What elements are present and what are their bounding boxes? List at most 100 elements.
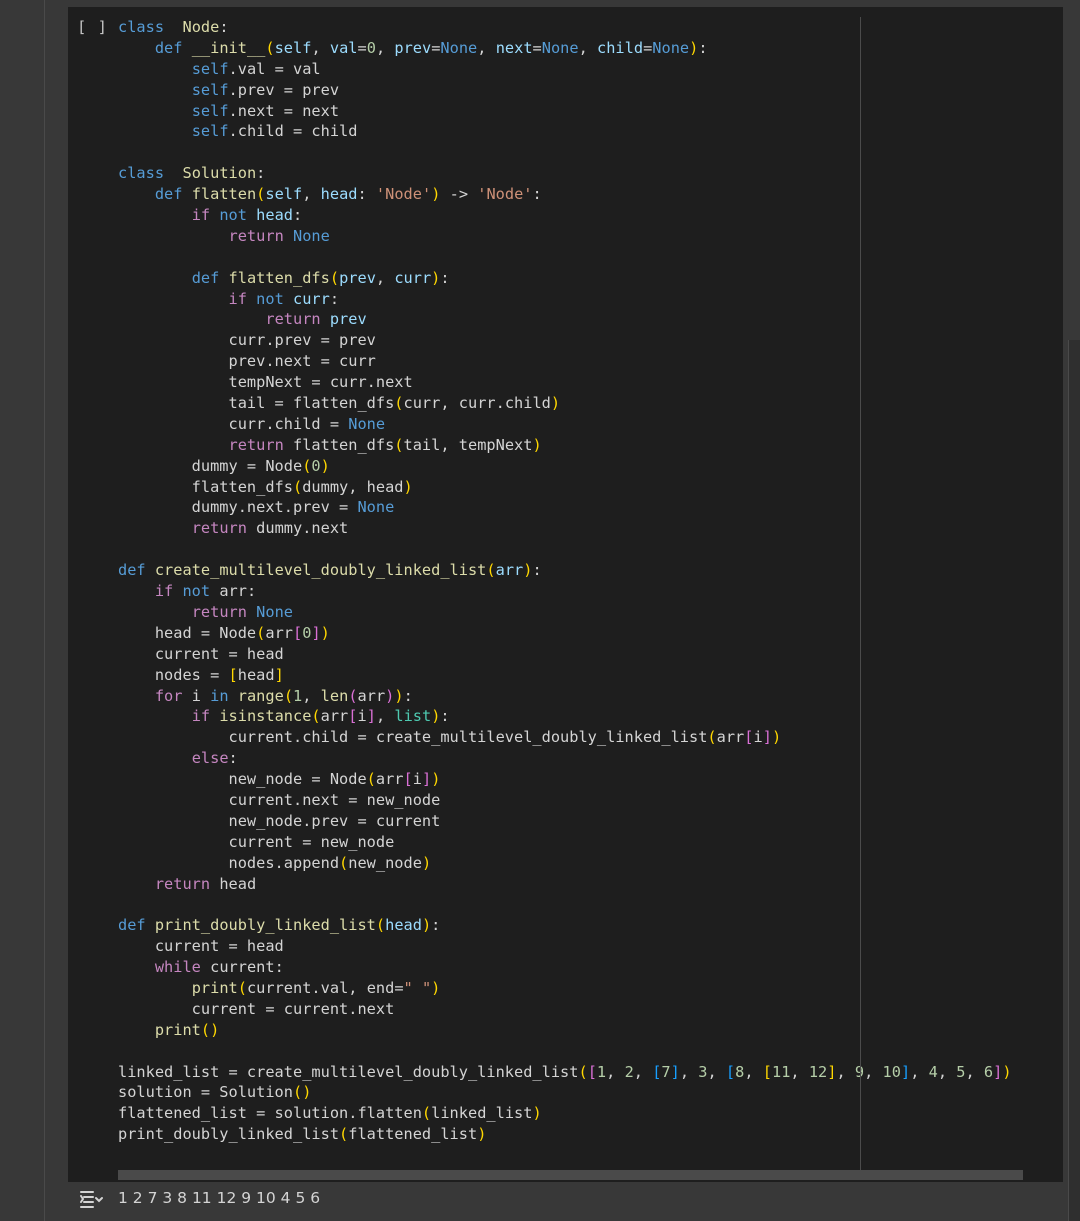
- code-line[interactable]: while current:: [118, 957, 1012, 978]
- code-token: ,: [375, 38, 395, 57]
- code-line[interactable]: flattened_list = solution.flatten(linked…: [118, 1103, 1012, 1124]
- code-token: .child = child: [228, 122, 358, 141]
- code-line[interactable]: nodes = [head]: [118, 665, 1012, 686]
- horizontal-scrollbar[interactable]: [118, 1170, 1023, 1180]
- code-line[interactable]: def flatten(self, head: 'Node') -> 'Node…: [118, 184, 1012, 205]
- code-content[interactable]: class Node: def __init__(self, val=0, pr…: [118, 17, 1012, 1145]
- code-line[interactable]: self.val = val: [118, 59, 1012, 80]
- code-line[interactable]: curr.child = None: [118, 414, 1012, 435]
- code-token: Node: [182, 18, 220, 36]
- code-token: not: [173, 582, 211, 601]
- code-line[interactable]: self.next = next: [118, 101, 1012, 122]
- code-token: i: [753, 728, 763, 747]
- code-line[interactable]: flatten_dfs(dummy, head): [118, 477, 1012, 498]
- code-line[interactable]: return None: [118, 226, 1012, 247]
- code-token: (: [348, 686, 358, 705]
- code-line[interactable]: if not head:: [118, 205, 1012, 226]
- code-token: ]: [670, 1062, 680, 1081]
- code-token: if: [191, 707, 211, 726]
- code-token: arr: [375, 770, 404, 789]
- code-token: flattened_list: [348, 1125, 478, 1144]
- code-token: create_multilevel_doubly_linked_list: [145, 561, 487, 580]
- code-line[interactable]: print(): [118, 1020, 1012, 1041]
- code-line[interactable]: linked_list = create_multilevel_doubly_l…: [118, 1062, 1012, 1083]
- code-token: .prev = prev: [228, 80, 340, 99]
- code-line[interactable]: current = current.next: [118, 999, 1012, 1020]
- code-token: __init__: [182, 38, 266, 57]
- code-line[interactable]: tempNext = curr.next: [118, 372, 1012, 393]
- code-line[interactable]: solution = Solution(): [118, 1082, 1012, 1103]
- code-line[interactable]: curr.prev = prev: [118, 330, 1012, 351]
- code-token: linked_list = create_multilevel_doubly_l…: [118, 1062, 579, 1081]
- code-line[interactable]: nodes.append(new_node): [118, 853, 1012, 874]
- code-line[interactable]: current.child = create_multilevel_doubly…: [118, 727, 1012, 748]
- code-token: (: [237, 978, 247, 997]
- code-line[interactable]: print(current.val, end=" "): [118, 978, 1012, 999]
- code-token: return: [265, 310, 321, 329]
- code-line[interactable]: tail = flatten_dfs(curr, curr.child): [118, 393, 1012, 414]
- output-toggle-icon[interactable]: [78, 1188, 104, 1210]
- code-line[interactable]: def create_multilevel_doubly_linked_list…: [118, 560, 1012, 581]
- vertical-scrollbar-thumb[interactable]: [1068, 340, 1080, 1221]
- code-line[interactable]: if not curr:: [118, 289, 1012, 310]
- code-line[interactable]: if not arr:: [118, 581, 1012, 602]
- code-line[interactable]: [118, 247, 1012, 268]
- code-line[interactable]: return dummy.next: [118, 518, 1012, 539]
- code-line[interactable]: class Solution:: [118, 163, 1012, 184]
- code-line[interactable]: [118, 539, 1012, 560]
- code-token: (: [256, 185, 266, 204]
- code-token: tail = flatten_dfs: [118, 394, 395, 413]
- code-line[interactable]: print_doubly_linked_list(flattened_list): [118, 1124, 1012, 1145]
- code-line[interactable]: head = Node(arr[0]): [118, 623, 1012, 644]
- code-line[interactable]: return None: [118, 602, 1012, 623]
- code-line[interactable]: class Node:: [118, 17, 1012, 38]
- code-token: ): [320, 623, 330, 642]
- code-token: (: [292, 477, 303, 496]
- code-line[interactable]: prev.next = curr: [118, 351, 1012, 372]
- code-token: arr: [716, 728, 745, 747]
- code-token: (: [707, 728, 717, 747]
- code-line[interactable]: dummy = Node(0): [118, 456, 1012, 477]
- code-token: :: [698, 38, 708, 57]
- code-line[interactable]: def __init__(self, val=0, prev=None, nex…: [118, 38, 1012, 59]
- code-line[interactable]: new_node.prev = current: [118, 811, 1012, 832]
- code-line[interactable]: def flatten_dfs(prev, curr):: [118, 268, 1012, 289]
- cell-output: 1 2 7 3 8 11 12 9 10 4 5 6: [118, 1189, 321, 1207]
- code-line[interactable]: return head: [118, 874, 1012, 895]
- code-line[interactable]: if isinstance(arr[i], list):: [118, 706, 1012, 727]
- code-line[interactable]: return prev: [118, 309, 1012, 330]
- code-line[interactable]: for i in range(1, len(arr)):: [118, 686, 1012, 707]
- code-line[interactable]: current = head: [118, 936, 1012, 957]
- code-line[interactable]: else:: [118, 748, 1012, 769]
- code-line[interactable]: dummy.next.prev = None: [118, 497, 1012, 518]
- code-token: for: [154, 686, 183, 705]
- code-line[interactable]: current = head: [118, 644, 1012, 665]
- code-line[interactable]: current.next = new_node: [118, 790, 1012, 811]
- code-token: :: [329, 289, 340, 308]
- code-token: ]: [274, 665, 284, 684]
- code-token: (: [578, 1062, 588, 1081]
- code-line[interactable]: [118, 142, 1012, 163]
- code-line[interactable]: self.prev = prev: [118, 80, 1012, 101]
- code-line[interactable]: new_node = Node(arr[i]): [118, 769, 1012, 790]
- code-token: None: [283, 226, 330, 245]
- code-line[interactable]: [118, 894, 1012, 915]
- code-line[interactable]: [118, 1041, 1012, 1062]
- code-token: new_node: [348, 853, 422, 872]
- code-line[interactable]: current = new_node: [118, 832, 1012, 853]
- code-token: current = head: [118, 937, 284, 956]
- run-indicator[interactable]: [ ]: [77, 17, 108, 38]
- code-token: (: [283, 686, 294, 705]
- code-token: current = current.next: [118, 999, 395, 1018]
- code-line[interactable]: return flatten_dfs(tail, tempNext): [118, 435, 1012, 456]
- code-line[interactable]: self.child = child: [118, 121, 1012, 142]
- code-line[interactable]: def print_doubly_linked_list(head):: [118, 915, 1012, 936]
- code-token: def: [118, 916, 146, 935]
- code-token: print_doubly_linked_list: [118, 1125, 340, 1144]
- code-token: return: [228, 226, 284, 245]
